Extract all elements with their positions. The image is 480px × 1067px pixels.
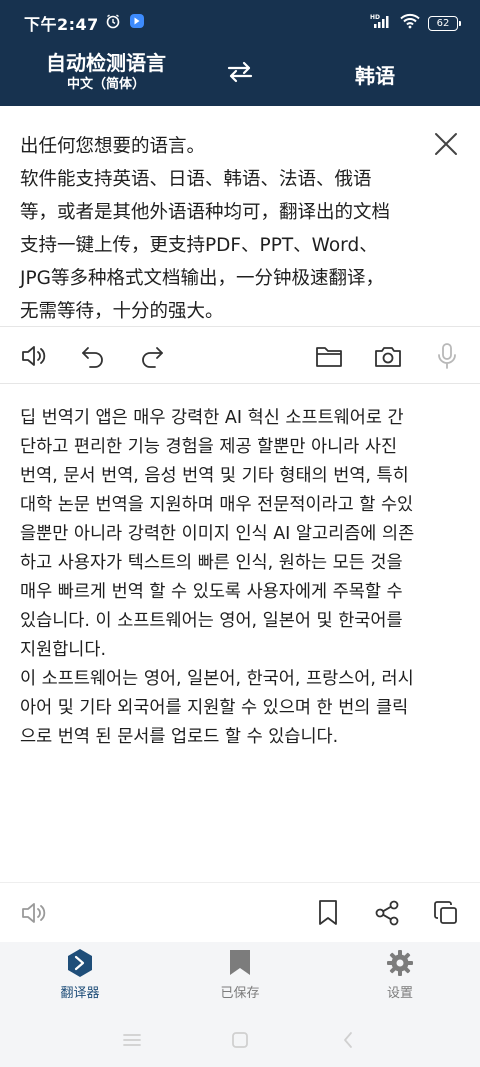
share-icon — [375, 900, 399, 926]
status-time: 下午2:47 — [24, 15, 99, 34]
saved-bookmark-icon — [230, 950, 250, 975]
voice-input-button[interactable] — [431, 340, 463, 372]
translated-text: 딥 번역기 앱은 매우 강력한 AI 혁신 소프트웨어로 간 단하고 편리한 기… — [20, 408, 415, 747]
open-file-button[interactable] — [313, 340, 345, 372]
svg-text:HD: HD — [370, 14, 380, 21]
camera-icon — [375, 347, 401, 367]
copy-icon — [434, 901, 457, 924]
copy-button[interactable] — [430, 897, 462, 929]
nav-translator-label: 翻译器 — [60, 986, 100, 1001]
source-text[interactable]: 出任何您想要的语言。 软件能支持英语、日语、韩语、法语、俄语 等，或者是其他外语… — [20, 130, 420, 328]
back-button[interactable] — [336, 1028, 360, 1052]
battery-indicator: 62 — [428, 15, 461, 31]
source-language-selector[interactable]: 自动检测语言 中文（简体） — [40, 50, 172, 94]
menu-lines-icon — [123, 1034, 141, 1046]
nav-settings-label: 设置 — [386, 986, 413, 1001]
speaker-icon — [22, 903, 46, 923]
home-button[interactable] — [228, 1028, 252, 1052]
system-navigation-bar — [0, 1012, 480, 1067]
clear-text-button[interactable] — [428, 126, 464, 162]
microphone-icon — [438, 343, 456, 369]
swap-arrows-icon — [227, 61, 253, 83]
close-icon — [435, 133, 457, 155]
camera-translate-button[interactable] — [372, 340, 404, 372]
undo-icon — [82, 347, 103, 368]
back-chevron-icon — [344, 1032, 352, 1048]
home-square-icon — [232, 1032, 248, 1048]
source-toolbar — [0, 326, 480, 384]
speak-source-button[interactable] — [18, 340, 50, 372]
signal-icon: HD — [370, 13, 392, 33]
source-text-area[interactable]: 出任何您想要的语言。 软件能支持英语、日语、韩语、法语、俄语 等，或者是其他外语… — [0, 106, 480, 326]
wifi-icon — [400, 13, 420, 33]
speaker-icon — [22, 346, 46, 366]
bottom-navigation: 翻译器 已保存 设置 — [0, 942, 480, 1012]
gear-icon — [387, 950, 413, 976]
app-notification-icon — [129, 13, 145, 33]
nav-settings[interactable]: 设置 — [350, 948, 450, 1008]
recent-apps-button[interactable] — [120, 1028, 144, 1052]
nav-saved-label: 已保存 — [220, 986, 260, 1001]
folder-icon — [316, 347, 342, 367]
target-language-selector[interactable]: 韩语 — [335, 60, 415, 89]
nav-translator[interactable]: 翻译器 — [30, 948, 130, 1008]
language-bar: 自动检测语言 中文（简体） 韩语 — [0, 46, 480, 106]
alarm-icon — [105, 13, 121, 33]
redo-icon — [142, 347, 163, 368]
detected-language-label: 中文（简体） — [66, 77, 145, 92]
undo-button[interactable] — [77, 340, 109, 372]
source-language-label: 自动检测语言 — [46, 51, 166, 75]
speak-translation-button[interactable] — [18, 897, 50, 929]
redo-button[interactable] — [136, 340, 168, 372]
bookmark-button[interactable] — [312, 897, 344, 929]
translation-result-area: 딥 번역기 앱은 매우 강력한 AI 혁신 소프트웨어로 간 단하고 편리한 기… — [0, 384, 480, 882]
nav-saved[interactable]: 已保存 — [190, 948, 290, 1008]
share-button[interactable] — [371, 897, 403, 929]
swap-languages-button[interactable] — [224, 58, 256, 86]
result-action-bar — [0, 882, 480, 942]
bookmark-icon — [319, 900, 337, 925]
translator-icon — [68, 949, 92, 977]
status-bar: 下午2:47 HD 62 — [0, 0, 480, 46]
